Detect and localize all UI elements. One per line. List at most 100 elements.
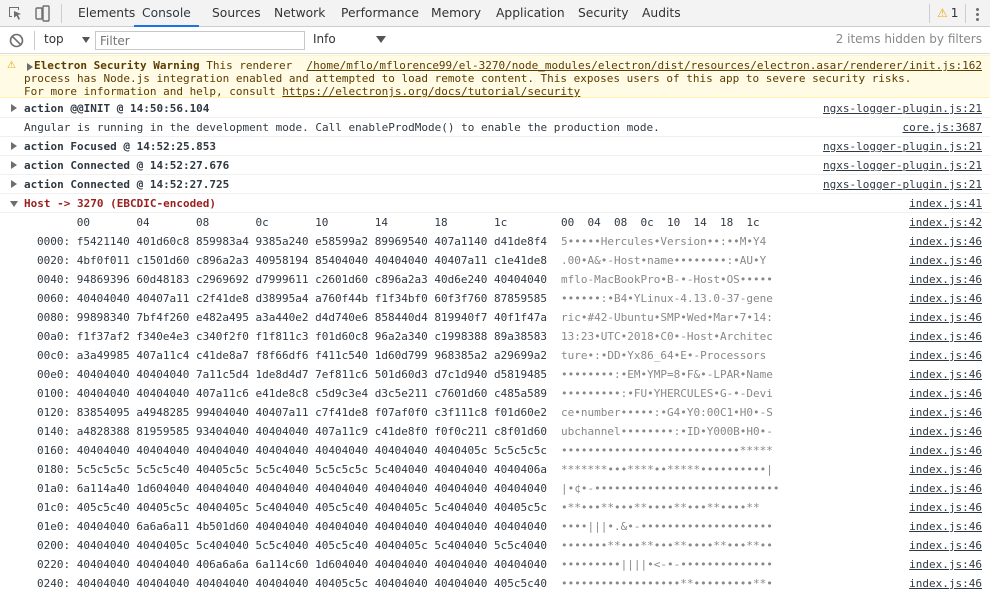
hex-bytes: 00e0: 40404040 40404040 7a11c5d4 1de8d4d… xyxy=(37,368,547,381)
expand-triangle-icon[interactable] xyxy=(11,142,17,150)
message-source-link[interactable]: index.js:42 xyxy=(909,216,982,229)
message-source-link[interactable]: index.js:46 xyxy=(909,482,982,495)
message-source-link[interactable]: ngxs-logger-plugin.js:21 xyxy=(823,178,982,191)
devtools-window: { "toolbar": { "tabs": ["Elements", "Con… xyxy=(0,0,990,595)
hexdump-row: 0240: 40404040 40404040 40404040 4040404… xyxy=(0,574,990,592)
hexdump-row: 01e0: 40404040 6a6a6a11 4b501d60 4040404… xyxy=(0,517,990,535)
message-source-link[interactable]: index.js:46 xyxy=(909,311,982,324)
hexdump-row: 01a0: 6a114a40 1d604040 40404040 4040404… xyxy=(0,479,990,497)
execution-context-select[interactable]: top xyxy=(44,32,64,46)
console-message: Angular is running in the development mo… xyxy=(0,118,990,137)
tab-network[interactable]: Network xyxy=(274,0,325,26)
hex-bytes: 01c0: 405c5c40 40405c5c 4040405c 5c40404… xyxy=(37,501,547,514)
message-source-link[interactable]: index.js:46 xyxy=(909,235,982,248)
ascii-column-header: 00 04 08 0c 10 14 18 1c xyxy=(561,216,760,229)
message-source-link[interactable]: core.js:3687 xyxy=(903,121,982,134)
tab-sources[interactable]: Sources xyxy=(212,0,261,26)
hexdump-row: 0200: 40404040 4040405c 5c404040 5c5c404… xyxy=(0,536,990,554)
message-source-link[interactable]: ngxs-logger-plugin.js:21 xyxy=(823,102,982,115)
hexdump-row: 0120: 83854095 a4948285 99404040 40407a1… xyxy=(0,403,990,421)
ascii-decoded: mflo-MacBookPro•B-•-Host•OS••••• xyxy=(561,273,773,286)
tab-audits[interactable]: Audits xyxy=(642,0,681,26)
hex-bytes: 01a0: 6a114a40 1d604040 40404040 4040404… xyxy=(37,482,547,495)
message-source-link[interactable]: index.js:46 xyxy=(909,558,982,571)
hex-bytes: 0100: 40404040 40404040 407a11c6 e41de8c… xyxy=(37,387,547,400)
message-source-link[interactable]: index.js:46 xyxy=(909,501,982,514)
hex-bytes: 0020: 4bf0f011 c1501d60 c896a2a3 4095819… xyxy=(37,254,547,267)
hexdump-header: 00 04 08 0c 10 14 18 1c 00 04 08 0c 10 1… xyxy=(0,213,990,231)
ascii-decoded: ubchannel••••••••:•ID•Y000B•H0•- xyxy=(561,425,773,438)
tab-console[interactable]: Console xyxy=(134,0,199,27)
inspect-element-icon[interactable] xyxy=(7,5,24,22)
toolbar-divider xyxy=(929,4,930,23)
hexdump-row: 00e0: 40404040 40404040 7a11c5d4 1de8d4d… xyxy=(0,365,990,383)
expand-triangle-icon[interactable] xyxy=(11,104,17,112)
ascii-decoded: .00•A&•-Host•name••••••••:•AU•Y xyxy=(561,254,767,267)
hexdump-row: 00c0: a3a49985 407a11c4 c41de8a7 f8f66df… xyxy=(0,346,990,364)
tab-memory[interactable]: Memory xyxy=(431,0,481,26)
device-toolbar-icon[interactable] xyxy=(34,5,51,22)
message-source-link[interactable]: index.js:46 xyxy=(909,292,982,305)
filter-input[interactable] xyxy=(95,31,305,50)
warning-text: process has Node.js integration enabled … xyxy=(24,72,912,85)
hexdump-row: 01c0: 405c5c40 40405c5c 4040405c 5c40404… xyxy=(0,498,990,516)
ascii-decoded: •••••••**•••**•••**••••**•••**•• xyxy=(561,539,773,552)
console-message: action Connected @ 14:52:27.676 ngxs-log… xyxy=(0,156,990,175)
message-source-link[interactable]: index.js:46 xyxy=(909,368,982,381)
warning-title: Electron Security Warning xyxy=(34,59,200,72)
message-source-link[interactable]: index.js:46 xyxy=(909,254,982,267)
hexdump-row: 00a0: f1f37af2 f340e4e3 c340f2f0 f1f811c… xyxy=(0,327,990,345)
warning-source-link[interactable]: /home/mflo/mflorence99/el-3270/node_modu… xyxy=(306,59,982,72)
clear-console-icon[interactable] xyxy=(8,32,25,49)
hex-bytes: 0160: 40404040 40404040 40404040 4040404… xyxy=(37,444,547,457)
tab-elements[interactable]: Elements xyxy=(78,0,135,26)
toolbar-divider xyxy=(34,31,35,50)
message-text: action Focused @ 14:52:25.853 xyxy=(24,140,217,153)
expand-triangle-icon[interactable] xyxy=(11,161,17,169)
message-source-link[interactable]: index.js:46 xyxy=(909,330,982,343)
hexdump-row: 0160: 40404040 40404040 40404040 4040404… xyxy=(0,441,990,459)
console-message: action Focused @ 14:52:25.853 ngxs-logge… xyxy=(0,137,990,156)
message-source-link[interactable]: index.js:46 xyxy=(909,387,982,400)
ascii-decoded: 5•••••Hercules•Version••:••M•Y4 xyxy=(561,235,767,248)
expand-triangle-icon[interactable] xyxy=(11,180,17,188)
tab-application[interactable]: Application xyxy=(496,0,565,26)
hex-bytes: 0180: 5c5c5c5c 5c5c5c40 40405c5c 5c5c404… xyxy=(37,463,547,476)
hexdump-row: 0220: 40404040 40404040 406a6a6a 6a114c6… xyxy=(0,555,990,573)
hexdump-row: 0000: f5421140 401d60c8 859983a4 9385a24… xyxy=(0,232,990,250)
tab-performance[interactable]: Performance xyxy=(341,0,419,26)
console-group-header: Host -> 3270 (EBCDIC-encoded) index.js:4… xyxy=(0,194,990,213)
hexdump-row: 0060: 40404040 40407a11 c2f41de8 d38995a… xyxy=(0,289,990,307)
message-source-link[interactable]: ngxs-logger-plugin.js:21 xyxy=(823,159,982,172)
more-options-icon[interactable] xyxy=(976,8,979,23)
hidden-items-count: 2 items hidden by filters xyxy=(835,32,982,46)
hexdump-row: 0040: 94869396 60d48183 c2969692 d799961… xyxy=(0,270,990,288)
ascii-decoded: *******•••****••*****••••••••••| xyxy=(561,463,773,476)
message-source-link[interactable]: index.js:46 xyxy=(909,425,982,438)
hexdump-row: 0140: a4828388 81959585 93404040 4040404… xyxy=(0,422,990,440)
ascii-decoded: ••••••••••••••••••**•••••••••**• xyxy=(561,577,773,590)
message-source-link[interactable]: index.js:46 xyxy=(909,349,982,362)
message-source-link[interactable]: index.js:46 xyxy=(909,539,982,552)
message-source-link[interactable]: index.js:41 xyxy=(909,197,982,210)
message-source-link[interactable]: index.js:46 xyxy=(909,444,982,457)
hex-bytes: 0120: 83854095 a4948285 99404040 40407a1… xyxy=(37,406,547,419)
collapse-triangle-icon[interactable] xyxy=(10,201,18,207)
message-source-link[interactable]: ngxs-logger-plugin.js:21 xyxy=(823,140,982,153)
message-source-link[interactable]: index.js:46 xyxy=(909,577,982,590)
group-title: Host -> 3270 (EBCDIC-encoded) xyxy=(24,197,217,210)
security-docs-link[interactable]: https://electronjs.org/docs/tutorial/sec… xyxy=(282,85,580,98)
expand-triangle-icon[interactable] xyxy=(27,63,33,71)
message-text: action Connected @ 14:52:27.725 xyxy=(24,178,230,191)
ascii-decoded: ••••|||•.&•-•••••••••••••••••••• xyxy=(561,520,773,533)
hex-bytes: 0000: f5421140 401d60c8 859983a4 9385a24… xyxy=(37,235,547,248)
warnings-counter[interactable]: ⚠ 1 xyxy=(937,0,958,27)
ascii-decoded: ••••••:•B4•YLinux-4.13.0-37-gene xyxy=(561,292,773,305)
message-source-link[interactable]: index.js:46 xyxy=(909,520,982,533)
tab-security[interactable]: Security xyxy=(578,0,629,26)
message-source-link[interactable]: index.js:46 xyxy=(909,273,982,286)
message-source-link[interactable]: index.js:46 xyxy=(909,463,982,476)
warning-triangle-icon: ⚠ xyxy=(7,60,16,71)
log-levels-select[interactable]: Info xyxy=(313,32,336,46)
message-source-link[interactable]: index.js:46 xyxy=(909,406,982,419)
